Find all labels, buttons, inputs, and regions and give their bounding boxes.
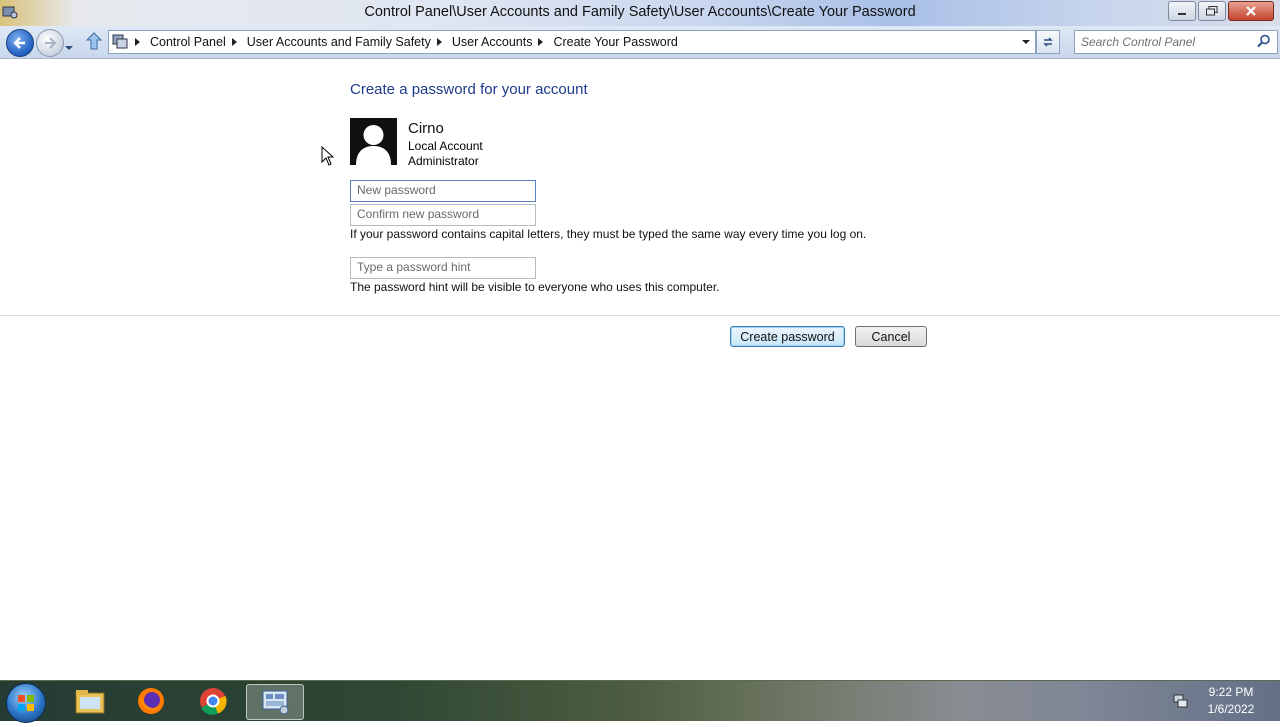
breadcrumb-user-accounts[interactable]: User Accounts (452, 35, 533, 49)
refresh-button[interactable] (1036, 30, 1060, 54)
breadcrumb-create-your-password[interactable]: Create Your Password (553, 35, 677, 49)
password-hint-field[interactable] (350, 257, 536, 279)
forward-arrow-icon (45, 37, 57, 49)
taskbar-firefox[interactable] (123, 684, 179, 718)
breadcrumb-control-panel[interactable]: Control Panel (150, 35, 226, 49)
close-icon (1246, 6, 1256, 16)
page-title: Create a password for your account (350, 81, 588, 98)
windows-logo-icon (18, 695, 34, 711)
breadcrumb-separator-icon[interactable] (538, 38, 544, 46)
system-clock[interactable]: 9:22 PM 1/6/2022 (1196, 684, 1266, 718)
search-box[interactable] (1074, 30, 1278, 54)
minimize-icon (1178, 13, 1186, 15)
password-hint-input[interactable] (351, 258, 533, 276)
mouse-cursor-icon (321, 145, 335, 171)
navigation-bar: Control Panel User Accounts and Family S… (0, 26, 1280, 59)
cancel-button[interactable]: Cancel (855, 326, 927, 347)
search-icon[interactable] (1257, 34, 1271, 53)
back-button[interactable] (6, 29, 34, 57)
breadcrumb-separator-icon[interactable] (436, 38, 442, 46)
new-password-field[interactable] (350, 180, 536, 202)
capital-letters-note: If your password contains capital letter… (350, 227, 867, 241)
minimize-button[interactable] (1168, 1, 1196, 21)
back-arrow-icon (13, 37, 25, 49)
confirm-password-field[interactable] (350, 204, 536, 226)
clock-date: 1/6/2022 (1207, 702, 1255, 716)
clock-time: 9:22 PM (1208, 685, 1254, 699)
confirm-password-input[interactable] (351, 205, 533, 223)
window-title: Control Panel\User Accounts and Family S… (364, 4, 916, 20)
restore-icon (1206, 6, 1218, 16)
taskbar-control-panel[interactable] (246, 684, 304, 720)
address-bar[interactable]: Control Panel User Accounts and Family S… (108, 30, 1036, 54)
hint-visibility-note: The password hint will be visible to eve… (350, 280, 720, 294)
network-icon[interactable] (1172, 692, 1188, 713)
user-silhouette-icon (356, 125, 391, 165)
taskbar-chrome[interactable] (185, 684, 241, 718)
up-button[interactable] (85, 32, 103, 55)
create-password-button[interactable]: Create password (730, 326, 845, 347)
breadcrumb: Control Panel User Accounts and Family S… (133, 31, 678, 53)
account-type: Local Account (408, 139, 483, 153)
account-role: Administrator (408, 154, 479, 168)
control-panel-icon (112, 33, 128, 49)
close-button[interactable] (1228, 1, 1274, 21)
start-button[interactable] (6, 683, 46, 723)
restore-button[interactable] (1198, 1, 1226, 21)
recent-pages-dropdown[interactable] (64, 38, 74, 56)
chevron-down-icon (65, 46, 73, 50)
chrome-icon (200, 688, 227, 715)
taskbar-file-explorer[interactable] (62, 684, 118, 718)
taskbar (0, 680, 1280, 723)
title-bar: Control Panel\User Accounts and Family S… (0, 0, 1280, 26)
search-input[interactable] (1081, 33, 1251, 50)
forward-button[interactable] (36, 29, 64, 57)
new-password-input[interactable] (351, 181, 533, 199)
file-explorer-icon (75, 690, 105, 714)
refresh-icon (1043, 37, 1053, 47)
up-arrow-icon (85, 32, 103, 50)
address-dropdown-button[interactable] (1017, 31, 1035, 53)
divider (0, 315, 1280, 316)
breadcrumb-user-accounts-family-safety[interactable]: User Accounts and Family Safety (247, 35, 431, 49)
user-avatar (350, 118, 397, 165)
control-panel-icon (262, 690, 289, 715)
breadcrumb-separator-icon[interactable] (231, 38, 237, 46)
breadcrumb-separator-icon[interactable] (135, 38, 140, 46)
user-name: Cirno (408, 120, 444, 137)
chevron-down-icon (1022, 39, 1030, 44)
firefox-icon (138, 688, 164, 714)
